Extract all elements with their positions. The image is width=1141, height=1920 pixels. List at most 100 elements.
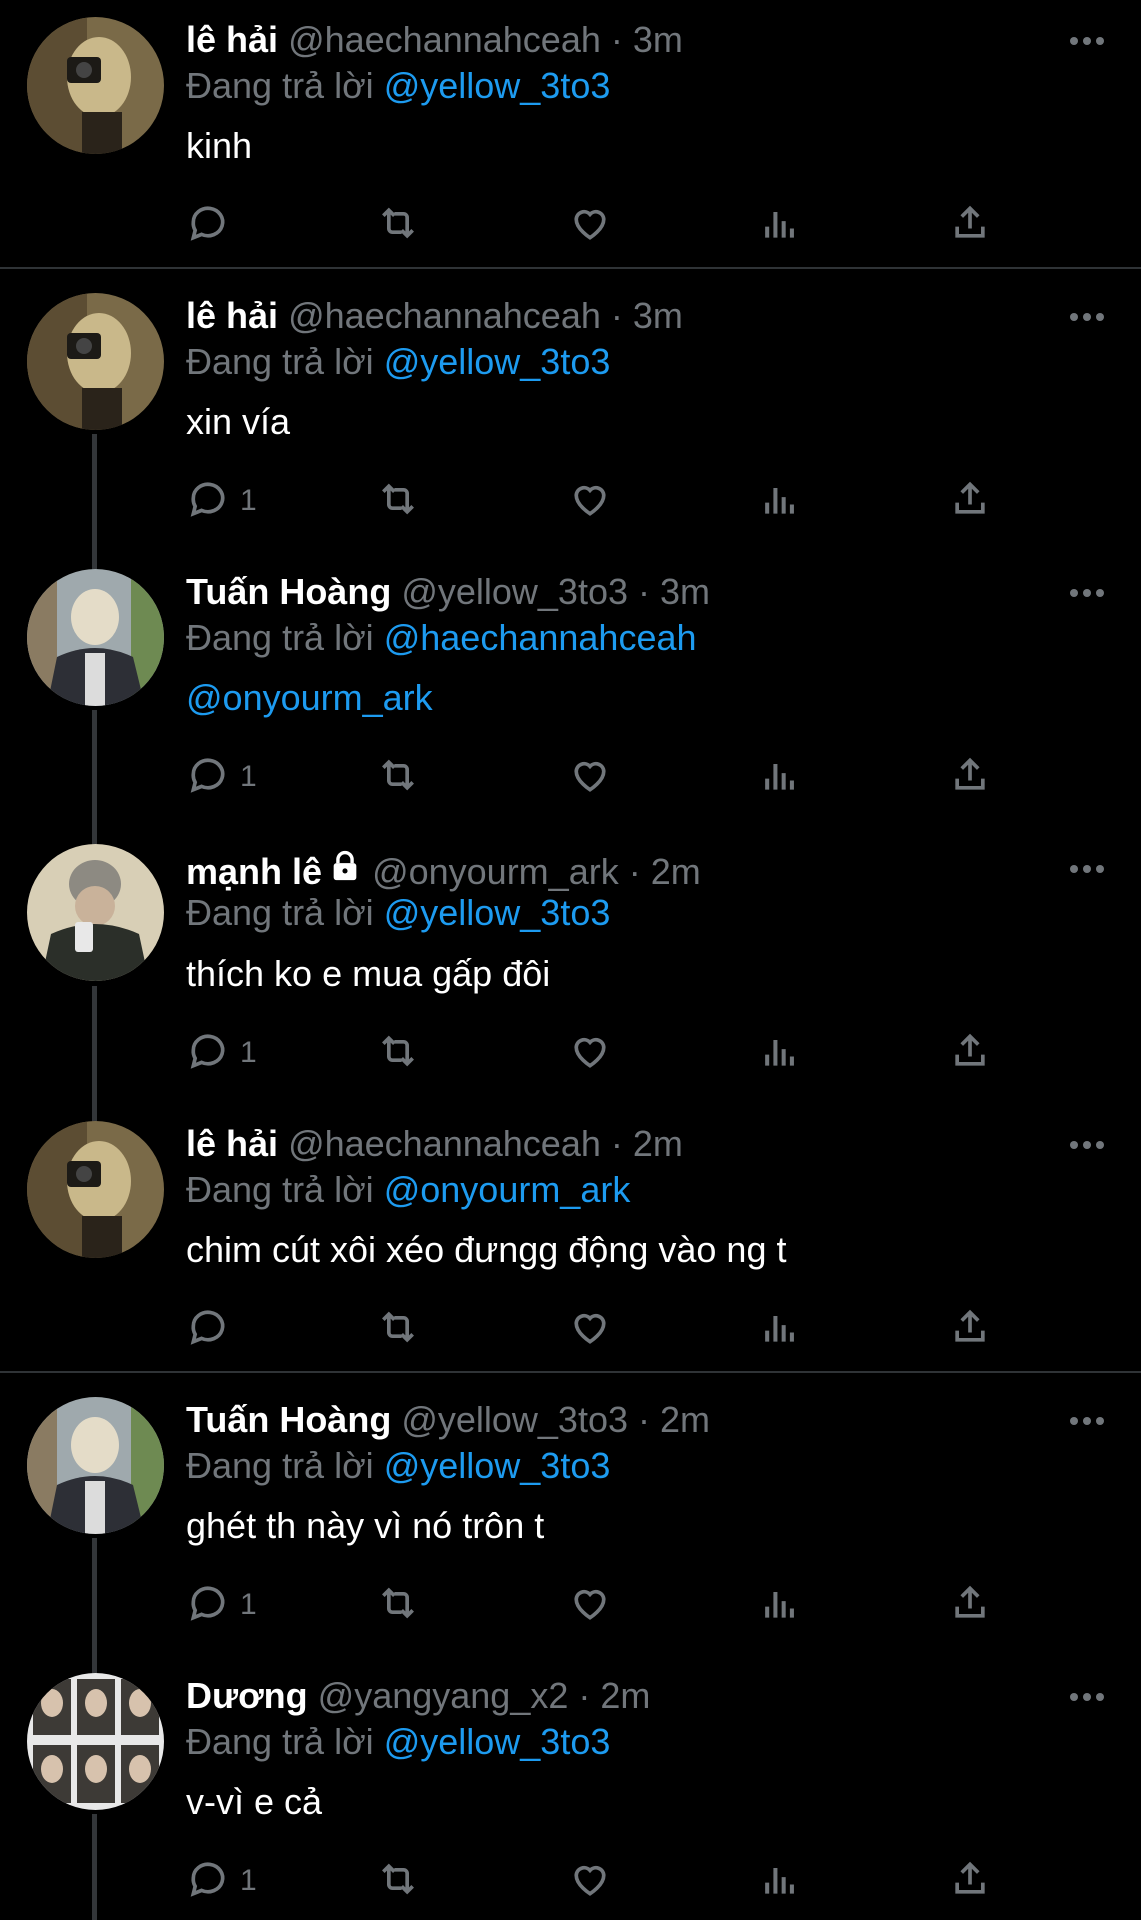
tweet-actions: 1 (186, 1581, 1006, 1629)
tweet[interactable]: Dương @yangyang_x2 · 2m Đang trả lời @ye… (0, 1656, 1141, 1920)
reply-icon (186, 753, 230, 802)
display-name[interactable]: lê hải (186, 295, 278, 336)
timestamp[interactable]: 3m (660, 571, 710, 612)
retweet-button[interactable] (376, 477, 420, 525)
views-button[interactable] (758, 1305, 802, 1353)
tweet[interactable]: lê hải @haechannahceah · 3m Đang trả lời… (0, 276, 1141, 552)
user-handle[interactable]: @yellow_3to3 (401, 571, 628, 612)
avatar[interactable] (27, 293, 164, 430)
reply-mention-link[interactable]: @yellow_3to3 (384, 892, 611, 933)
retweet-button[interactable] (376, 201, 420, 249)
retweet-button[interactable] (376, 1305, 420, 1353)
tweet[interactable]: Tuấn Hoàng @yellow_3to3 · 2m Đang trả lờ… (0, 1380, 1141, 1656)
separator: · (578, 1675, 591, 1716)
like-button[interactable] (568, 1857, 612, 1905)
share-button[interactable] (948, 753, 992, 801)
share-button[interactable] (948, 1581, 992, 1629)
like-button[interactable] (568, 753, 612, 801)
like-button[interactable] (568, 1581, 612, 1629)
share-button[interactable] (948, 1857, 992, 1905)
retweet-icon (376, 753, 420, 802)
reply-context: Đang trả lời @yellow_3to3 (186, 891, 610, 935)
avatar[interactable] (27, 569, 164, 706)
user-handle[interactable]: @haechannahceah (288, 19, 601, 60)
reply-mention-link[interactable]: @yellow_3to3 (384, 65, 611, 106)
timestamp[interactable]: 2m (651, 851, 701, 892)
bar-chart-icon (758, 201, 802, 250)
tweet[interactable]: mạnh lê @onyourm_ark · 2m Đang trả lời @… (0, 828, 1141, 1104)
heart-icon (568, 477, 612, 526)
reply-prefix: Đang trả lời (186, 65, 374, 106)
avatar[interactable] (27, 1673, 164, 1810)
like-button[interactable] (568, 1305, 612, 1353)
views-button[interactable] (758, 753, 802, 801)
display-name[interactable]: mạnh lê (186, 851, 322, 892)
separator: · (628, 851, 641, 892)
timestamp[interactable]: 3m (633, 19, 683, 60)
timestamp[interactable]: 2m (633, 1123, 683, 1164)
more-icon[interactable] (1069, 1138, 1105, 1152)
reply-prefix: Đang trả lời (186, 617, 374, 658)
more-icon[interactable] (1069, 1414, 1105, 1428)
reply-button[interactable]: 1 (186, 753, 257, 801)
user-handle[interactable]: @yellow_3to3 (401, 1399, 628, 1440)
user-handle[interactable]: @yangyang_x2 (318, 1675, 569, 1716)
user-handle[interactable]: @haechannahceah (288, 1123, 601, 1164)
more-icon[interactable] (1069, 310, 1105, 324)
display-name[interactable]: lê hải (186, 1123, 278, 1164)
views-button[interactable] (758, 1029, 802, 1077)
user-handle[interactable]: @haechannahceah (288, 295, 601, 336)
user-handle[interactable]: @onyourm_ark (372, 851, 619, 892)
avatar[interactable] (27, 17, 164, 154)
like-button[interactable] (568, 1029, 612, 1077)
tweet[interactable]: lê hải @haechannahceah · 3m Đang trả lời… (0, 0, 1141, 268)
tweet-text: kinh (186, 125, 253, 166)
reply-mention-link[interactable]: @yellow_3to3 (384, 1721, 611, 1762)
tweet-text-mention-link[interactable]: @onyourm_ark (186, 676, 433, 720)
reply-mention-link[interactable]: @yellow_3to3 (384, 1445, 611, 1486)
more-icon[interactable] (1069, 34, 1105, 48)
reply-button[interactable]: 1 (186, 1581, 257, 1629)
reply-mention-link[interactable]: @haechannahceah (384, 617, 697, 658)
display-name[interactable]: Tuấn Hoàng (186, 1399, 391, 1440)
retweet-button[interactable] (376, 1857, 420, 1905)
like-button[interactable] (568, 477, 612, 525)
reply-icon (186, 1857, 230, 1906)
share-button[interactable] (948, 1029, 992, 1077)
reply-mention-link[interactable]: @yellow_3to3 (384, 341, 611, 382)
views-button[interactable] (758, 1581, 802, 1629)
retweet-button[interactable] (376, 1029, 420, 1077)
more-icon[interactable] (1069, 586, 1105, 600)
bar-chart-icon (758, 1581, 802, 1630)
reply-button[interactable]: 1 (186, 1857, 257, 1905)
share-button[interactable] (948, 1305, 992, 1353)
avatar[interactable] (27, 1397, 164, 1534)
retweet-button[interactable] (376, 753, 420, 801)
avatar[interactable] (27, 844, 164, 981)
avatar[interactable] (27, 1121, 164, 1258)
tweet[interactable]: lê hải @haechannahceah · 2m Đang trả lời… (0, 1104, 1141, 1372)
share-icon (948, 1305, 992, 1354)
more-icon[interactable] (1069, 862, 1105, 876)
share-button[interactable] (948, 477, 992, 525)
reply-button[interactable] (186, 1305, 240, 1353)
like-button[interactable] (568, 201, 612, 249)
views-button[interactable] (758, 1857, 802, 1905)
share-button[interactable] (948, 201, 992, 249)
tweet[interactable]: Tuấn Hoàng @yellow_3to3 · 3m Đang trả lờ… (0, 552, 1141, 828)
reply-button[interactable]: 1 (186, 477, 257, 525)
retweet-button[interactable] (376, 1581, 420, 1629)
display-name[interactable]: lê hải (186, 19, 278, 60)
timestamp[interactable]: 2m (600, 1675, 650, 1716)
reply-button[interactable]: 1 (186, 1029, 257, 1077)
reply-mention-link[interactable]: @onyourm_ark (384, 1169, 631, 1210)
timestamp[interactable]: 3m (633, 295, 683, 336)
views-button[interactable] (758, 477, 802, 525)
reply-button[interactable] (186, 201, 240, 249)
timestamp[interactable]: 2m (660, 1399, 710, 1440)
views-button[interactable] (758, 201, 802, 249)
more-icon[interactable] (1069, 1690, 1105, 1704)
display-name[interactable]: Tuấn Hoàng (186, 571, 391, 612)
reply-prefix: Đang trả lời (186, 1445, 374, 1486)
display-name[interactable]: Dương (186, 1675, 308, 1716)
